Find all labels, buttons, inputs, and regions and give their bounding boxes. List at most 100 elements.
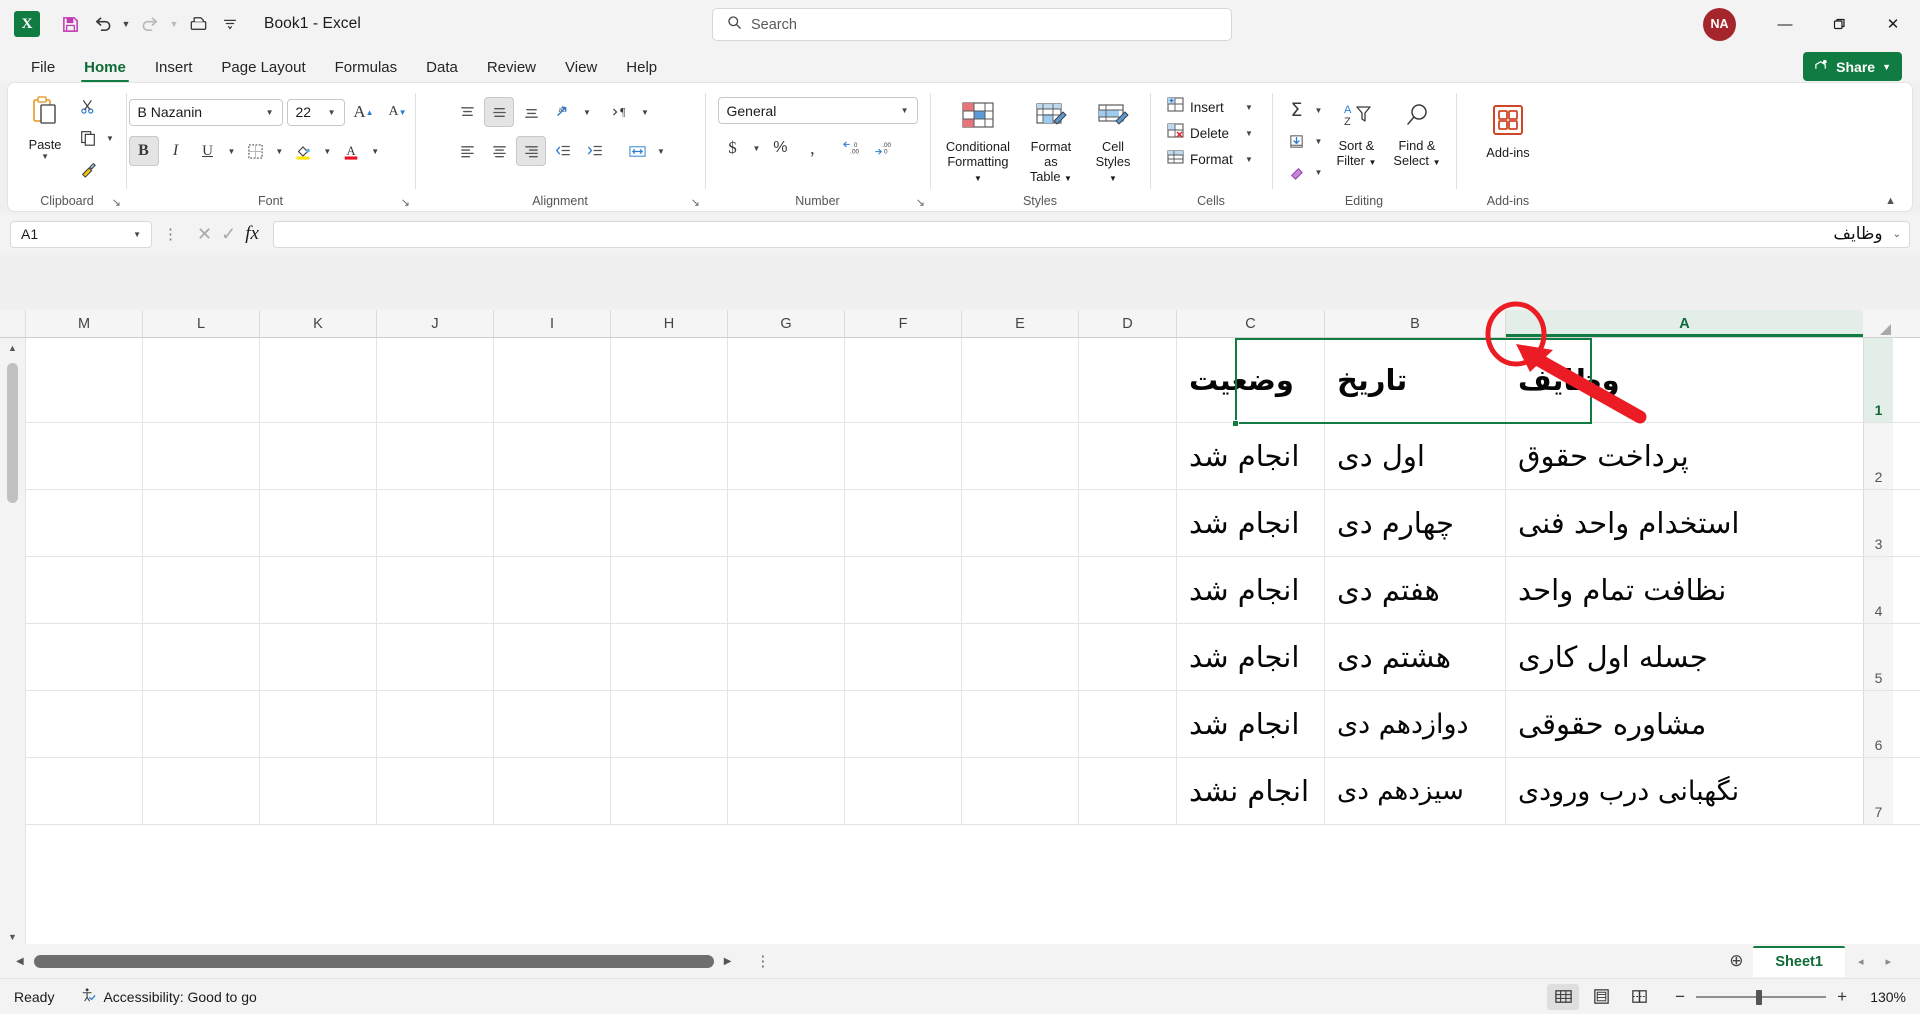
cell-j3[interactable] bbox=[377, 490, 494, 556]
cell-l3[interactable] bbox=[143, 490, 260, 556]
cell-b1[interactable]: تاریخ bbox=[1325, 338, 1506, 422]
cell-h7[interactable] bbox=[611, 758, 728, 824]
copy-dropdown-caret[interactable]: ▼ bbox=[103, 134, 117, 143]
cell-h5[interactable] bbox=[611, 624, 728, 690]
format-as-table-button[interactable]: Format asTable ▼ bbox=[1019, 97, 1083, 188]
user-avatar[interactable]: NA bbox=[1703, 8, 1736, 41]
orientation-icon[interactable]: ab bbox=[548, 97, 578, 127]
scroll-right-icon[interactable]: ▶ bbox=[714, 956, 742, 967]
tab-view[interactable]: View bbox=[552, 52, 610, 83]
row-header-3[interactable]: 3 bbox=[1863, 490, 1893, 556]
font-dialog-launcher[interactable]: ↘ bbox=[401, 196, 410, 209]
cell-m4[interactable] bbox=[26, 557, 143, 623]
align-middle-icon[interactable] bbox=[484, 97, 514, 127]
cell-a1[interactable]: وظایف bbox=[1506, 338, 1863, 422]
column-header-a[interactable]: A bbox=[1506, 310, 1863, 337]
column-header-j[interactable]: J bbox=[377, 310, 494, 337]
cell-b7[interactable]: سیزدهم دی bbox=[1325, 758, 1506, 824]
cell-j7[interactable] bbox=[377, 758, 494, 824]
clear-eraser-icon[interactable] bbox=[1282, 157, 1312, 187]
tab-home[interactable]: Home bbox=[71, 52, 139, 83]
cell-j4[interactable] bbox=[377, 557, 494, 623]
cell-d2[interactable] bbox=[1079, 423, 1177, 489]
add-ins-button[interactable]: Add-ins bbox=[1480, 99, 1535, 164]
cell-k7[interactable] bbox=[260, 758, 377, 824]
fill-dropdown-caret[interactable]: ▼ bbox=[1312, 137, 1326, 146]
tab-page-layout[interactable]: Page Layout bbox=[208, 52, 318, 83]
clipboard-dialog-launcher[interactable]: ↘ bbox=[112, 196, 121, 209]
cell-j1[interactable] bbox=[377, 338, 494, 422]
cell-e1[interactable] bbox=[962, 338, 1079, 422]
orientation-dropdown-caret[interactable]: ▼ bbox=[580, 108, 594, 117]
vscroll-thumb[interactable] bbox=[7, 363, 18, 503]
cell-g2[interactable] bbox=[728, 423, 845, 489]
sort-and-filter-button[interactable]: AZ Sort &Filter ▼ bbox=[1327, 95, 1385, 172]
cell-g5[interactable] bbox=[728, 624, 845, 690]
cell-g1[interactable] bbox=[728, 338, 845, 422]
chevron-down-icon[interactable]: ▼ bbox=[130, 230, 144, 239]
cell-k1[interactable] bbox=[260, 338, 377, 422]
minimize-button[interactable]: — bbox=[1758, 0, 1812, 48]
paste-dropdown-caret[interactable]: ▼ bbox=[38, 152, 52, 161]
merge-dropdown-caret[interactable]: ▼ bbox=[654, 147, 668, 156]
cell-b2[interactable]: اول دی bbox=[1325, 423, 1506, 489]
cancel-entry-icon[interactable]: ✕ bbox=[197, 224, 212, 245]
rtl-dropdown-caret[interactable]: ▼ bbox=[638, 108, 652, 117]
cell-j5[interactable] bbox=[377, 624, 494, 690]
cell-j2[interactable] bbox=[377, 423, 494, 489]
cell-m1[interactable] bbox=[26, 338, 143, 422]
cell-a3[interactable]: استخدام واحد فنی bbox=[1506, 490, 1863, 556]
select-all-corner[interactable] bbox=[1863, 310, 1893, 337]
cell-m7[interactable] bbox=[26, 758, 143, 824]
cell-i6[interactable] bbox=[494, 691, 611, 757]
cell-e5[interactable] bbox=[962, 624, 1079, 690]
align-left-icon[interactable] bbox=[452, 136, 482, 166]
normal-view-icon[interactable] bbox=[1547, 984, 1579, 1010]
cell-h2[interactable] bbox=[611, 423, 728, 489]
cell-d1[interactable] bbox=[1079, 338, 1177, 422]
cell-d6[interactable] bbox=[1079, 691, 1177, 757]
cell-m6[interactable] bbox=[26, 691, 143, 757]
cell-k4[interactable] bbox=[260, 557, 377, 623]
vertical-scrollbar[interactable]: ▲ ▼ bbox=[0, 338, 26, 944]
page-layout-view-icon[interactable] bbox=[1585, 984, 1617, 1010]
tab-review[interactable]: Review bbox=[474, 52, 549, 83]
cell-k6[interactable] bbox=[260, 691, 377, 757]
sheet-tab-sheet1[interactable]: Sheet1 bbox=[1753, 946, 1845, 977]
column-header-c[interactable]: C bbox=[1177, 310, 1325, 337]
accessibility-status[interactable]: Accessibility: Good to go bbox=[80, 987, 256, 1006]
cell-l5[interactable] bbox=[143, 624, 260, 690]
increase-decimal-icon[interactable]: .000 bbox=[869, 133, 899, 163]
redo-icon[interactable] bbox=[134, 8, 166, 40]
redo-dropdown-caret[interactable]: ▼ bbox=[166, 8, 182, 40]
decrease-indent-icon[interactable] bbox=[548, 136, 578, 166]
clear-dropdown-caret[interactable]: ▼ bbox=[1312, 168, 1326, 177]
shrink-font-icon[interactable]: A▼ bbox=[383, 97, 413, 127]
cell-g6[interactable] bbox=[728, 691, 845, 757]
add-sheet-icon[interactable]: ⊕ bbox=[1723, 948, 1749, 974]
column-header-e[interactable]: E bbox=[962, 310, 1079, 337]
cell-m5[interactable] bbox=[26, 624, 143, 690]
cell-d4[interactable] bbox=[1079, 557, 1177, 623]
insert-function-icon[interactable]: fx bbox=[245, 223, 259, 245]
autosum-dropdown-caret[interactable]: ▼ bbox=[1312, 106, 1326, 115]
cell-e4[interactable] bbox=[962, 557, 1079, 623]
row-header-1[interactable]: 1 bbox=[1863, 338, 1893, 422]
comma-style-icon[interactable]: , bbox=[797, 133, 827, 163]
column-header-d[interactable]: D bbox=[1079, 310, 1177, 337]
name-box[interactable]: A1 ▼ bbox=[10, 221, 152, 248]
cell-a5[interactable]: جسله اول کاری bbox=[1506, 624, 1863, 690]
cell-c5[interactable]: انجام شد bbox=[1177, 624, 1325, 690]
font-name-combo[interactable]: B Nazanin ▼ bbox=[129, 99, 283, 126]
column-header-k[interactable]: K bbox=[260, 310, 377, 337]
format-dropdown-caret[interactable]: ▼ bbox=[1242, 155, 1256, 164]
underline-button[interactable]: U bbox=[193, 136, 223, 166]
cell-l2[interactable] bbox=[143, 423, 260, 489]
save-icon[interactable] bbox=[54, 8, 86, 40]
merge-and-center-icon[interactable] bbox=[622, 136, 652, 166]
more-options-icon[interactable]: ⋮ bbox=[158, 225, 183, 243]
row-header-5[interactable]: 5 bbox=[1863, 624, 1893, 690]
cell-l6[interactable] bbox=[143, 691, 260, 757]
collapse-ribbon-icon[interactable]: ▲ bbox=[1885, 195, 1896, 207]
undo-dropdown-caret[interactable]: ▼ bbox=[118, 8, 134, 40]
